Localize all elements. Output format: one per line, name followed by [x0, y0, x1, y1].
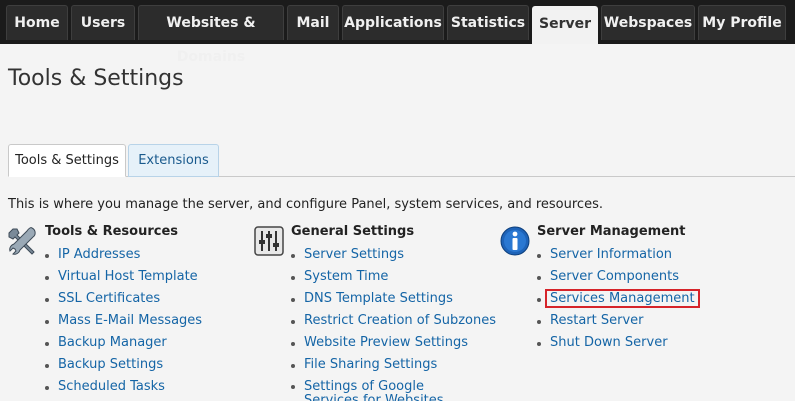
- link-services-management[interactable]: Services Management: [545, 289, 700, 308]
- list-item: Restart Server: [536, 310, 736, 332]
- link-backup-manager[interactable]: Backup Manager: [58, 335, 167, 350]
- subtab-bar: Tools & Settings Extensions: [8, 144, 795, 177]
- link-system-time[interactable]: System Time: [304, 269, 388, 284]
- link-virtual-host-template[interactable]: Virtual Host Template: [58, 269, 198, 284]
- link-dns-template-settings[interactable]: DNS Template Settings: [304, 291, 453, 306]
- section-title: Server Management: [537, 224, 686, 239]
- nav-tab-statistics[interactable]: Statistics: [447, 5, 529, 40]
- nav-tab-mail[interactable]: Mail: [287, 5, 339, 40]
- subtab-extensions[interactable]: Extensions: [128, 144, 219, 177]
- tools-resources-list: IP Addresses Virtual Host Template SSL C…: [44, 244, 244, 398]
- link-restart-server[interactable]: Restart Server: [550, 313, 644, 328]
- nav-tab-websites-domains[interactable]: Websites & Domains: [138, 5, 284, 65]
- list-item: IP Addresses: [44, 244, 244, 266]
- link-google-services-settings[interactable]: Settings of Google Services for Websites: [304, 379, 444, 401]
- link-server-components[interactable]: Server Components: [550, 269, 679, 284]
- list-item: Backup Manager: [44, 332, 244, 354]
- nav-tab-webspaces[interactable]: Webspaces: [601, 5, 695, 40]
- link-shut-down-server[interactable]: Shut Down Server: [550, 335, 668, 350]
- nav-tab-applications[interactable]: Applications: [342, 5, 444, 40]
- list-item: Server Components: [536, 266, 736, 288]
- link-backup-settings[interactable]: Backup Settings: [58, 357, 163, 372]
- list-item: System Time: [290, 266, 490, 288]
- section-title: Tools & Resources: [45, 224, 179, 239]
- subtab-tools-settings[interactable]: Tools & Settings: [8, 144, 126, 177]
- nav-tab-my-profile[interactable]: My Profile: [698, 5, 786, 40]
- list-item: Website Preview Settings: [290, 332, 490, 354]
- list-item: Virtual Host Template: [44, 266, 244, 288]
- list-item: Restrict Creation of Subzones: [290, 310, 496, 332]
- link-ssl-certificates[interactable]: SSL Certificates: [58, 291, 160, 306]
- list-item: Shut Down Server: [536, 332, 736, 354]
- page-title: Tools & Settings: [8, 66, 184, 91]
- link-website-preview-settings[interactable]: Website Preview Settings: [304, 335, 468, 350]
- list-item: SSL Certificates: [44, 288, 244, 310]
- list-item: File Sharing Settings: [290, 354, 490, 376]
- link-ip-addresses[interactable]: IP Addresses: [58, 247, 140, 262]
- server-management-list: Server Information Server Components Ser…: [536, 244, 736, 354]
- link-server-settings[interactable]: Server Settings: [304, 247, 404, 262]
- link-mass-email-messages[interactable]: Mass E-Mail Messages: [58, 313, 202, 328]
- sliders-icon: [254, 226, 284, 256]
- list-item: Scheduled Tasks: [44, 376, 244, 398]
- top-nav: Home Users Websites & Domains Mail Appli…: [0, 0, 795, 65]
- list-item: Server Information: [536, 244, 736, 266]
- general-settings-list: Server Settings System Time DNS Template…: [290, 244, 496, 401]
- tools-icon: [8, 227, 36, 255]
- intro-text: This is where you manage the server, and…: [8, 197, 603, 212]
- info-icon: [500, 226, 530, 256]
- list-item: DNS Template Settings: [290, 288, 490, 310]
- list-item: Server Settings: [290, 244, 490, 266]
- nav-tab-home[interactable]: Home: [6, 5, 68, 40]
- link-file-sharing-settings[interactable]: File Sharing Settings: [304, 357, 437, 372]
- list-item: Mass E-Mail Messages: [44, 310, 244, 332]
- list-item: Backup Settings: [44, 354, 244, 376]
- list-item: Services Management: [536, 288, 736, 310]
- nav-tab-users[interactable]: Users: [71, 5, 135, 40]
- list-item: Settings of Google Services for Websites: [290, 376, 480, 401]
- link-scheduled-tasks[interactable]: Scheduled Tasks: [58, 379, 165, 394]
- section-title: General Settings: [291, 224, 415, 239]
- link-restrict-creation-subzones[interactable]: Restrict Creation of Subzones: [304, 313, 496, 328]
- nav-tab-server[interactable]: Server: [532, 6, 598, 44]
- link-server-information[interactable]: Server Information: [550, 247, 672, 262]
